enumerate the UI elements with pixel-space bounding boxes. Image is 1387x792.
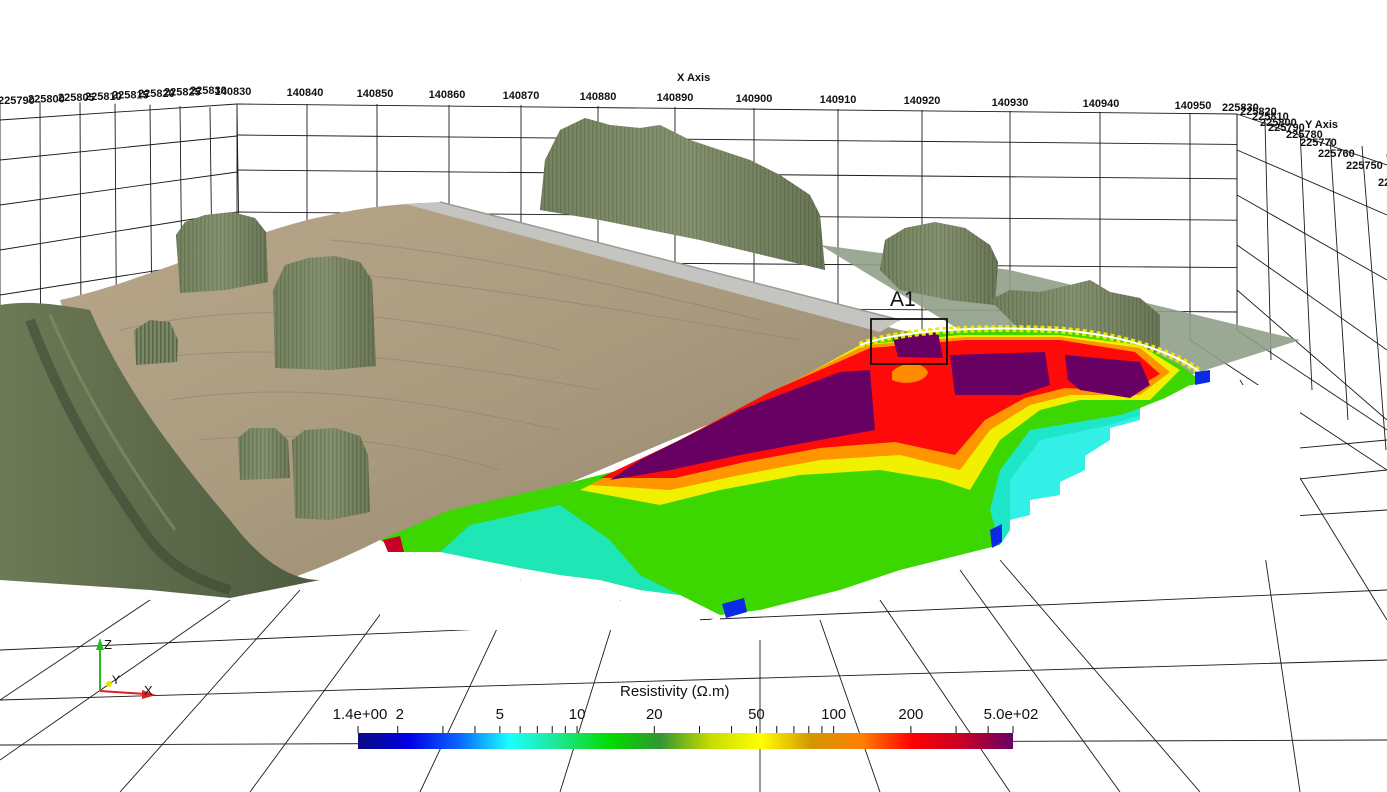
colorbar-tick-marks	[357, 726, 1014, 733]
triad-x-label: X	[144, 683, 153, 698]
x-tick-label: 140860	[429, 89, 466, 101]
y-axis-tick-labels-right: 2258302258202258102258002257902257802257…	[1222, 102, 1387, 189]
x-tick-label: 140840	[287, 87, 324, 99]
x-tick-label: 140910	[820, 94, 857, 106]
colorbar-tick-label: 2	[396, 706, 404, 723]
x-tick-label: 140930	[992, 97, 1029, 109]
y-axis-tick-labels-left: 2257902258002258052258102258152258202258…	[0, 85, 227, 107]
x-tick-label: 140920	[904, 95, 941, 107]
colorbar-tick-label: 5	[496, 706, 504, 723]
colorbar-ramp	[358, 733, 1013, 749]
colorbar-tick-label: 10	[569, 706, 586, 723]
marker-a1-label: A1	[890, 288, 916, 311]
y-tick-label-left: 225830	[190, 85, 227, 97]
x-tick-label: 140890	[657, 92, 694, 104]
triad-z-label: Z	[104, 637, 112, 652]
x-tick-label: 140880	[580, 91, 617, 103]
colorbar-tick-label: 100	[821, 706, 846, 723]
x-tick-label: 140900	[736, 93, 773, 105]
x-tick-label: 140950	[1175, 100, 1212, 112]
colorbar-tick-label: 20	[646, 706, 663, 723]
x-axis-tick-labels: 140830 140840 140850 140860 140870 140880 1408…	[215, 86, 1212, 112]
y-tick-label-right: 22	[1378, 177, 1387, 189]
terrain-tree-left-3	[134, 320, 178, 365]
colorbar-title: Resistivity (Ω.m)	[620, 683, 730, 700]
colorbar-tick-label: 50	[748, 706, 765, 723]
orientation-triad: Z Y X	[96, 637, 156, 699]
x-tick-label: 140850	[357, 88, 394, 100]
colorbar-tick-label: 1.4e+00	[333, 706, 388, 723]
render-viewport[interactable]: 140830 140840 140850 140860 140870 140880 1408…	[0, 0, 1387, 792]
y-tick-label-right: 225750	[1346, 160, 1383, 172]
x-tick-label: 140870	[503, 90, 540, 102]
x-axis-title: X Axis	[677, 72, 710, 84]
colorbar-tick-label: 5.0e+02	[984, 706, 1039, 723]
y-axis-title: Y Axis	[1305, 119, 1338, 131]
x-tick-label: 140940	[1083, 98, 1120, 110]
y-tick-label-right: 225760	[1318, 148, 1355, 160]
colorbar-tick-label: 200	[898, 706, 923, 723]
colorbar-tick-labels: 1.4e+00 2 5 10 20 50 100 200 5.0e+02	[333, 706, 1039, 723]
triad-y-label: Y	[112, 673, 120, 687]
z-arrow-icon	[96, 638, 104, 650]
colorbar: Resistivity (Ω.m) 1.4e+00 2 5 10 20 50 100 200 5…	[333, 683, 1039, 749]
